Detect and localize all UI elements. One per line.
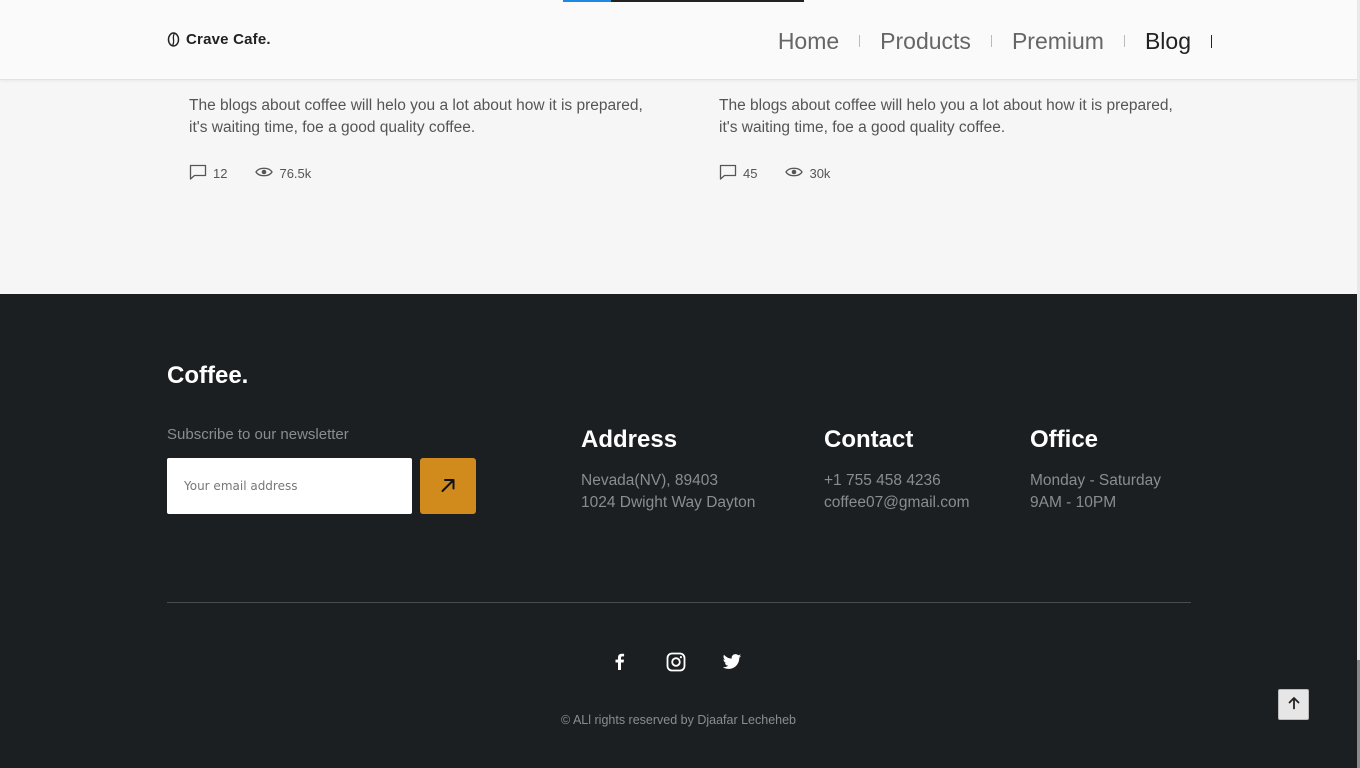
site-logo[interactable]: Crave Cafe.: [167, 31, 271, 48]
newsletter-label: Subscribe to our newsletter: [167, 426, 349, 443]
comment-count[interactable]: 12: [189, 164, 227, 183]
footer-office: Office Monday - Saturday 9AM - 10PM: [1030, 426, 1161, 514]
view-count: 76.5k: [255, 166, 311, 181]
eye-icon: [785, 166, 804, 181]
contact-email[interactable]: coffee07@gmail.com: [824, 492, 970, 514]
social-links: [610, 652, 742, 672]
view-count-value: 76.5k: [279, 166, 312, 181]
contact-phone[interactable]: +1 755 458 4236: [824, 470, 970, 492]
nav-separator: [1211, 34, 1212, 48]
footer-divider: [167, 602, 1191, 603]
newsletter-email-input[interactable]: [167, 458, 412, 514]
arrow-up-icon: [1287, 696, 1301, 713]
address-line: 1024 Dwight Way Dayton: [581, 494, 756, 511]
comment-count-value: 45: [743, 166, 758, 181]
comment-count[interactable]: 45: [719, 164, 757, 183]
newsletter-submit-button[interactable]: [420, 458, 476, 514]
footer-contact: Contact +1 755 458 4236 coffee07@gmail.c…: [824, 426, 970, 514]
view-count: 30k: [785, 166, 830, 181]
nav-home[interactable]: Home: [758, 24, 859, 58]
coffee-bean-icon: [167, 32, 180, 47]
footer-brand: Coffee.: [167, 362, 249, 389]
logo-text: Crave Cafe.: [186, 31, 271, 48]
blog-card: The blogs about coffee will helo you a l…: [719, 95, 1189, 183]
copyright-text: © ALl rights reserved by Djaafar Lechehe…: [560, 713, 797, 727]
page-progress-bar: [563, 0, 804, 2]
site-footer: Coffee. Subscribe to our newsletter Addr…: [0, 294, 1357, 768]
blog-meta: 12 76.5k: [189, 164, 659, 183]
nav-premium[interactable]: Premium: [992, 24, 1124, 58]
blog-excerpt: The blogs about coffee will helo you a l…: [189, 97, 643, 136]
twitter-icon[interactable]: [722, 652, 742, 672]
comment-count-value: 12: [213, 166, 228, 181]
eye-icon: [255, 166, 274, 181]
contact-title: Contact: [824, 426, 914, 453]
office-title: Office: [1030, 426, 1099, 453]
instagram-icon[interactable]: [666, 652, 686, 672]
site-header: Crave Cafe. Home Products Premium Blog: [0, 0, 1357, 80]
view-count-value: 30k: [809, 166, 831, 181]
comment-icon: [719, 164, 737, 183]
address-line: Nevada(NV), 89403: [581, 472, 718, 489]
office-hours: 9AM - 10PM: [1030, 494, 1117, 511]
main-nav: Home Products Premium Blog: [758, 24, 1212, 58]
comment-icon: [189, 164, 207, 183]
blog-excerpt: The blogs about coffee will helo you a l…: [719, 97, 1173, 136]
nav-blog[interactable]: Blog: [1125, 24, 1211, 58]
blog-section: The blogs about coffee will helo you a l…: [0, 80, 1357, 294]
nav-products[interactable]: Products: [860, 24, 991, 58]
page-progress-fill: [563, 0, 611, 2]
arrow-up-right-icon: [439, 476, 457, 497]
blog-meta: 45 30k: [719, 164, 1189, 183]
address-title: Address: [581, 426, 678, 453]
blog-card: The blogs about coffee will helo you a l…: [189, 95, 659, 183]
office-days: Monday - Saturday: [1030, 472, 1161, 489]
scroll-to-top-button[interactable]: [1278, 689, 1309, 720]
facebook-icon[interactable]: [610, 652, 630, 672]
footer-address: Address Nevada(NV), 89403 1024 Dwight Wa…: [581, 426, 755, 514]
